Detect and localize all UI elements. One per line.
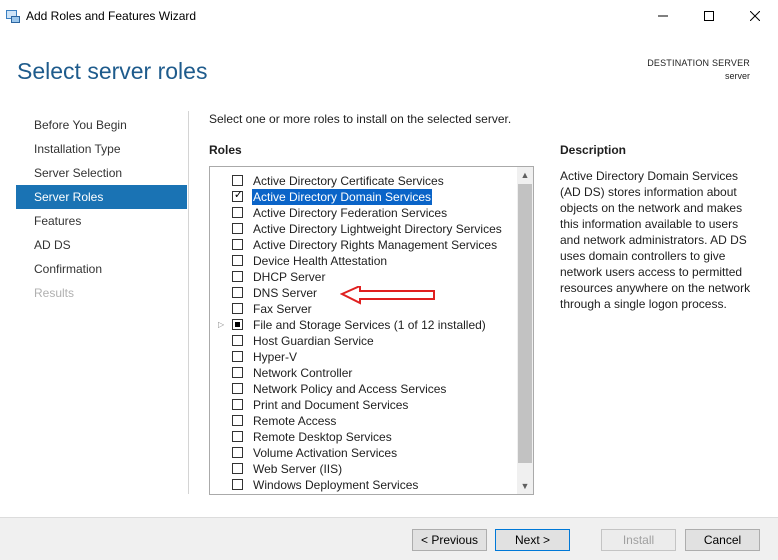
role-checkbox[interactable] — [232, 303, 243, 314]
role-label: Active Directory Federation Services — [253, 206, 448, 220]
role-label: Hyper-V — [253, 350, 298, 364]
nav-item-before-you-begin[interactable]: Before You Begin — [16, 113, 187, 137]
install-button: Install — [601, 529, 676, 551]
role-label: Active Directory Rights Management Servi… — [253, 238, 498, 252]
role-checkbox[interactable] — [232, 351, 243, 362]
role-row[interactable]: Hyper-V — [210, 349, 518, 365]
role-checkbox[interactable] — [232, 255, 243, 266]
role-checkbox[interactable] — [232, 463, 243, 474]
cancel-button[interactable]: Cancel — [685, 529, 760, 551]
destination-server-value: server — [724, 71, 750, 81]
roles-scrollbar[interactable]: ▲ ▼ — [517, 167, 533, 494]
role-row[interactable]: Volume Activation Services — [210, 445, 518, 461]
role-label: Fax Server — [253, 302, 312, 316]
role-row[interactable]: Windows Deployment Services — [210, 477, 518, 493]
nav-item-results: Results — [34, 286, 75, 300]
role-checkbox[interactable] — [232, 335, 243, 346]
role-checkbox[interactable] — [232, 239, 243, 250]
role-checkbox[interactable] — [232, 383, 243, 394]
partial-check-icon — [235, 322, 240, 327]
role-checkbox[interactable] — [232, 319, 243, 330]
minimize-button[interactable] — [640, 0, 686, 32]
role-checkbox[interactable] — [232, 415, 243, 426]
role-label: File and Storage Services (1 of 12 insta… — [253, 318, 486, 332]
scroll-up-button[interactable]: ▲ — [517, 167, 533, 183]
role-row[interactable]: Network Policy and Access Services — [210, 381, 518, 397]
role-checkbox[interactable] — [232, 367, 243, 378]
role-row[interactable]: Web Server (IIS) — [210, 461, 518, 477]
role-label: Active Directory Lightweight Directory S… — [253, 222, 502, 236]
close-button[interactable] — [732, 0, 778, 32]
nav-item-ad-ds[interactable]: AD DS — [16, 233, 187, 257]
role-row[interactable]: Active Directory Rights Management Servi… — [210, 237, 518, 253]
role-row[interactable]: ▷ File and Storage Services (1 of 12 inst… — [210, 317, 518, 333]
role-label: Volume Activation Services — [253, 446, 398, 460]
role-label: Device Health Attestation — [253, 254, 388, 268]
role-label: Remote Access — [253, 414, 337, 428]
expand-icon[interactable]: ▷ — [218, 320, 224, 330]
roles-instructions: Select one or more roles to install on t… — [209, 112, 512, 126]
role-checkbox[interactable] — [232, 207, 243, 218]
annotation-arrow-icon — [340, 286, 435, 305]
role-checkbox[interactable] — [232, 271, 243, 282]
role-label: DNS Server — [253, 286, 318, 300]
description-text: Active Directory Domain Services (AD DS)… — [560, 169, 751, 311]
role-label: Web Server (IIS) — [253, 462, 343, 476]
role-label: Active Directory Certificate Services — [253, 174, 444, 188]
role-label: Host Guardian Service — [253, 334, 374, 348]
maximize-icon — [704, 11, 714, 21]
role-checkbox[interactable] — [232, 399, 243, 410]
roles-header: Roles — [209, 143, 242, 157]
role-row[interactable]: DHCP Server — [210, 269, 518, 285]
role-checkbox[interactable] — [232, 175, 243, 186]
nav-item-server-roles[interactable]: Server Roles — [16, 185, 187, 209]
role-label: Remote Desktop Services — [253, 430, 392, 444]
window-title: Add Roles and Features Wizard — [26, 9, 197, 23]
role-row[interactable]: Device Health Attestation — [210, 253, 518, 269]
role-label: Network Controller — [253, 366, 353, 380]
role-label: DHCP Server — [253, 270, 326, 284]
role-row[interactable]: Active Directory Lightweight Directory S… — [210, 221, 518, 237]
role-row[interactable]: Active Directory Certificate Services — [210, 173, 518, 189]
role-label: Network Policy and Access Services — [253, 382, 447, 396]
nav-item-installation-type[interactable]: Installation Type — [16, 137, 187, 161]
wizard-nav: Before You Begin Installation Type Serve… — [16, 113, 187, 305]
role-checkbox[interactable] — [232, 431, 243, 442]
title-bar: Add Roles and Features Wizard — [0, 0, 778, 32]
role-row[interactable]: ✓ Active Directory Domain Services — [210, 189, 518, 205]
chevron-up-icon: ▲ — [520, 170, 530, 180]
checkmark-icon: ✓ — [233, 189, 244, 201]
role-checkbox[interactable] — [232, 447, 243, 458]
scroll-down-button[interactable]: ▼ — [517, 478, 533, 494]
destination-server-label: DESTINATION SERVER — [647, 58, 750, 68]
role-row[interactable]: Host Guardian Service — [210, 333, 518, 349]
nav-divider — [188, 111, 189, 494]
role-row[interactable]: Print and Document Services — [210, 397, 518, 413]
nav-item-server-selection[interactable]: Server Selection — [16, 161, 187, 185]
roles-list[interactable]: Windows Deployment Services Web Server (I… — [209, 166, 534, 495]
minimize-icon — [658, 15, 668, 17]
role-label: Print and Document Services — [253, 398, 409, 412]
role-checkbox[interactable] — [232, 223, 243, 234]
role-label: Windows Deployment Services — [253, 478, 419, 492]
role-row[interactable]: Remote Access — [210, 413, 518, 429]
maximize-button[interactable] — [686, 0, 732, 32]
chevron-down-icon: ▼ — [520, 481, 530, 491]
role-checkbox[interactable] — [232, 479, 243, 490]
role-label: Active Directory Domain Services — [252, 189, 433, 205]
server-manager-icon — [5, 8, 21, 24]
previous-button[interactable]: < Previous — [412, 529, 487, 551]
role-checkbox[interactable]: ✓ — [232, 189, 244, 202]
role-row[interactable]: Active Directory Federation Services — [210, 205, 518, 221]
page-title: Select server roles — [17, 58, 208, 84]
close-icon — [750, 11, 760, 21]
role-row[interactable]: Remote Desktop Services — [210, 429, 518, 445]
description-header: Description — [560, 143, 627, 157]
role-checkbox[interactable] — [232, 287, 243, 298]
nav-item-features[interactable]: Features — [16, 209, 187, 233]
scroll-thumb[interactable] — [518, 184, 532, 463]
role-row[interactable]: Network Controller — [210, 365, 518, 381]
nav-item-confirmation[interactable]: Confirmation — [16, 257, 187, 281]
next-button[interactable]: Next > — [495, 529, 570, 551]
